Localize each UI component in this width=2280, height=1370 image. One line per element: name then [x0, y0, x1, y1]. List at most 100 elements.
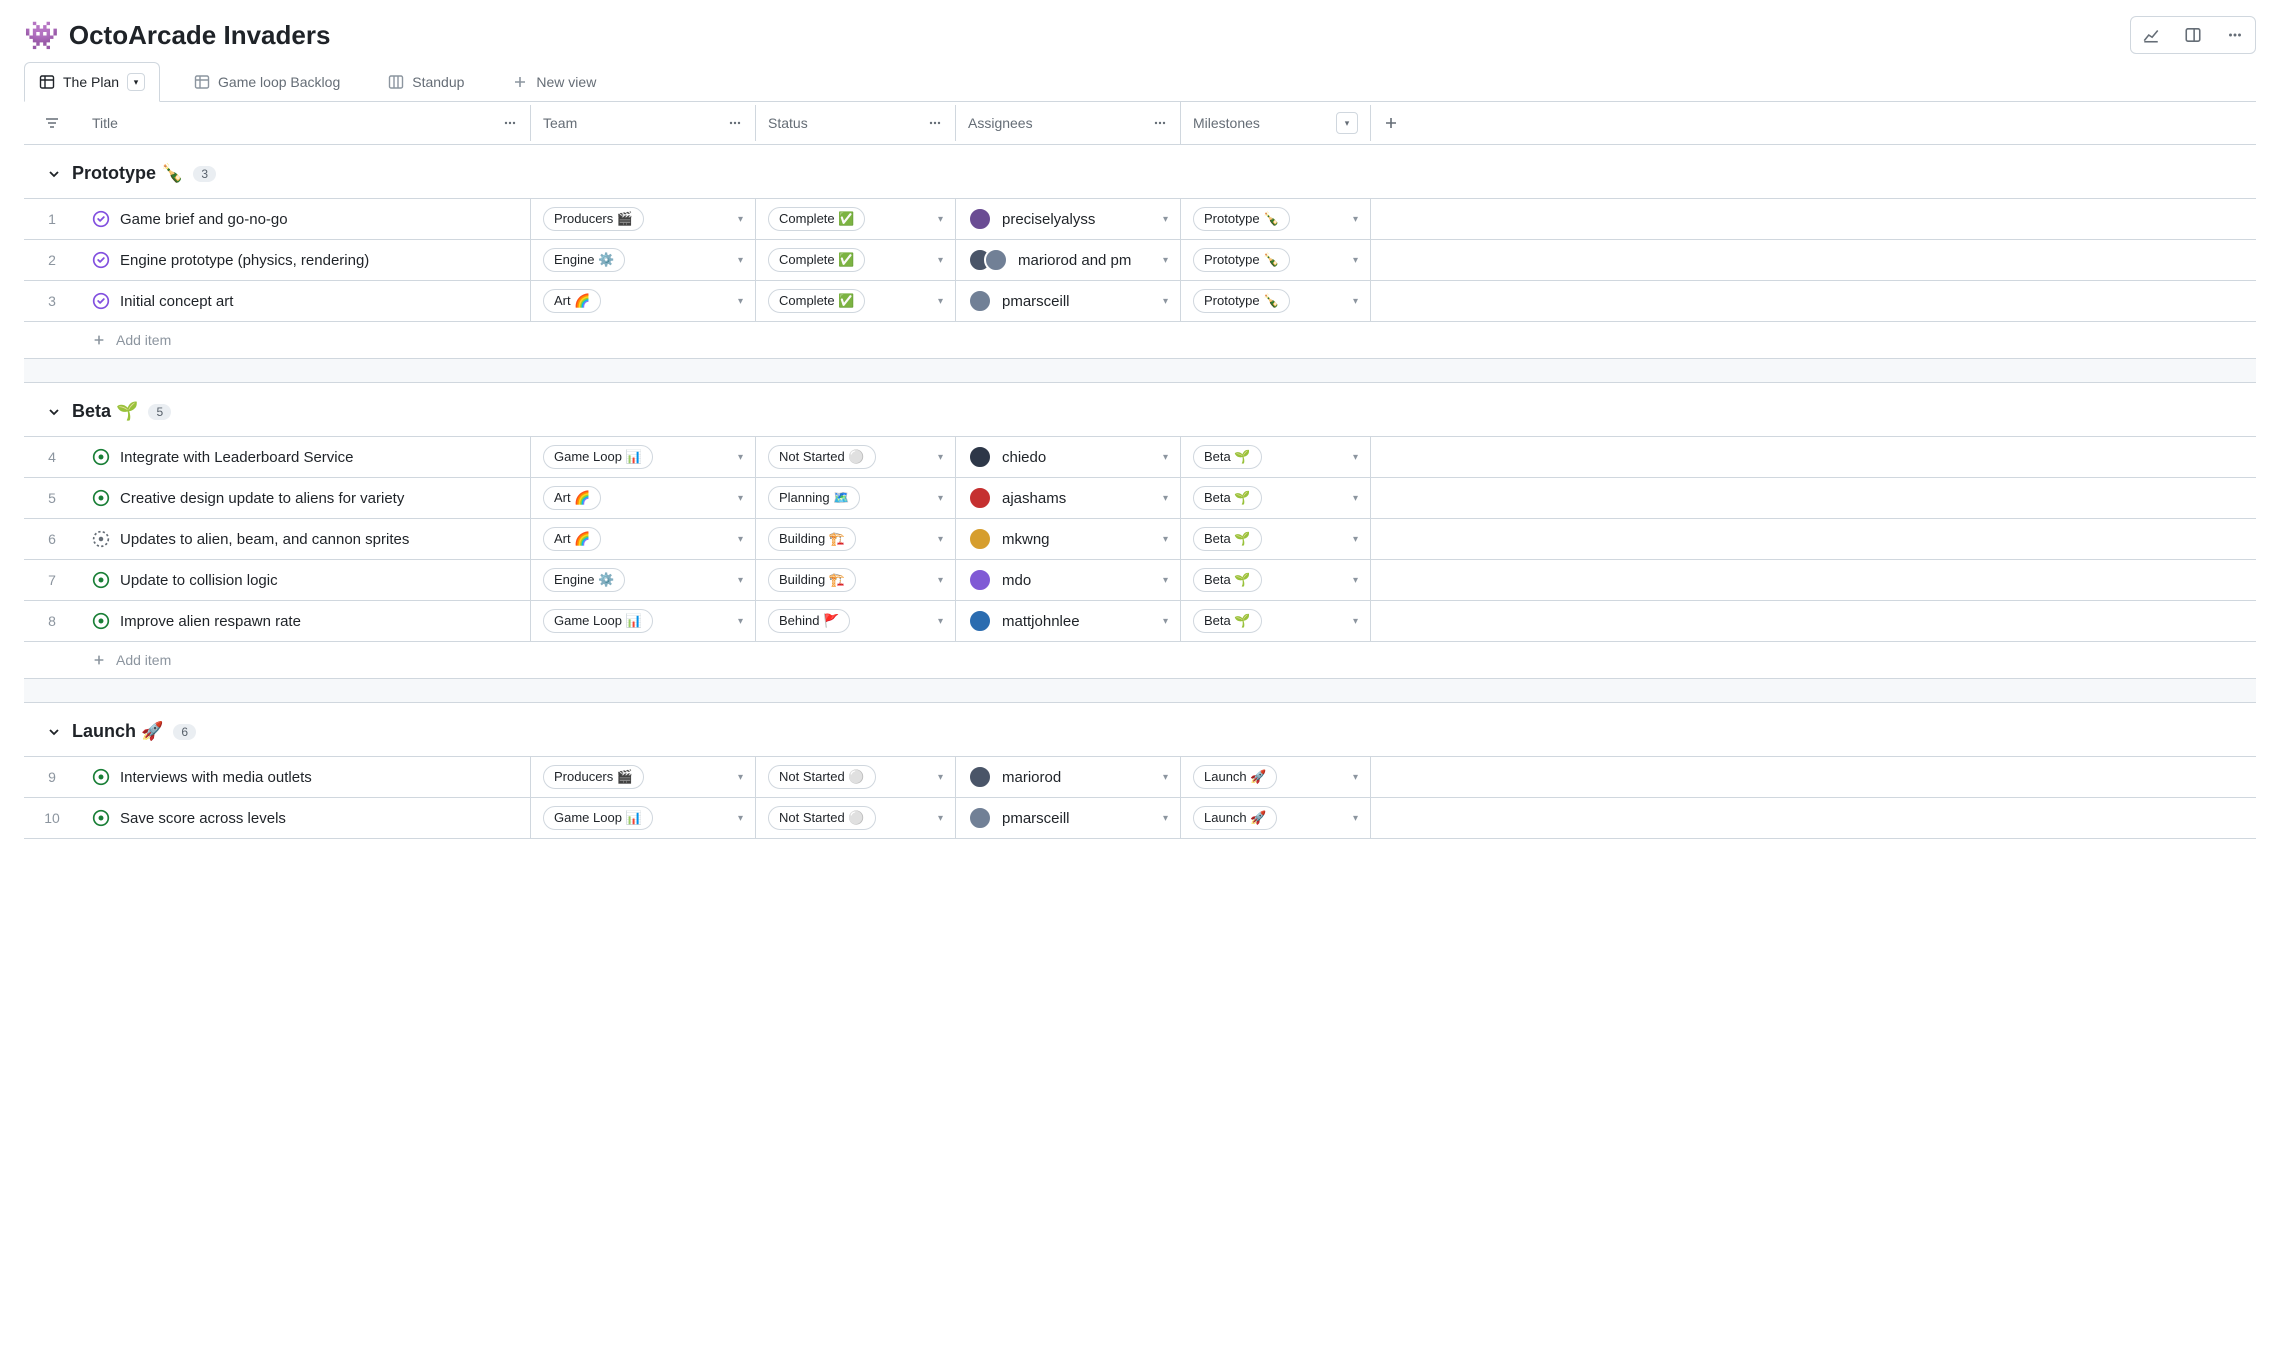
cell-caret[interactable]: ▾	[738, 255, 743, 266]
cell-caret[interactable]: ▾	[938, 493, 943, 504]
cell-caret[interactable]: ▾	[938, 255, 943, 266]
assignees-cell[interactable]: mariorod and pm▾	[955, 240, 1180, 280]
cell-caret[interactable]: ▾	[738, 214, 743, 225]
cell-caret[interactable]: ▾	[1163, 296, 1168, 307]
table-row[interactable]: 7Update to collision logicEngine ⚙️▾Buil…	[24, 559, 2256, 600]
cell-caret[interactable]: ▾	[938, 616, 943, 627]
team-cell[interactable]: Game Loop 📊▾	[530, 437, 755, 477]
tab-menu-caret[interactable]: ▾	[127, 73, 145, 91]
column-menu-icon[interactable]	[1152, 115, 1168, 131]
milestone-cell[interactable]: Beta 🌱▾	[1180, 478, 1370, 518]
milestone-pill[interactable]: Prototype 🍾	[1193, 207, 1290, 231]
milestone-pill[interactable]: Beta 🌱	[1193, 568, 1262, 592]
cell-caret[interactable]: ▾	[938, 214, 943, 225]
add-column-button[interactable]	[1370, 105, 1410, 141]
cell-caret[interactable]: ▾	[738, 772, 743, 783]
filter-button[interactable]	[24, 105, 80, 141]
team-cell[interactable]: Producers 🎬 ▾	[530, 757, 755, 797]
table-row[interactable]: 4Integrate with Leaderboard ServiceGame …	[24, 436, 2256, 477]
milestone-pill[interactable]: Launch 🚀	[1193, 765, 1277, 789]
milestone-pill[interactable]: Beta 🌱	[1193, 527, 1262, 551]
chevron-down-icon[interactable]	[46, 166, 62, 182]
assignees-cell[interactable]: mattjohnlee▾	[955, 601, 1180, 641]
team-pill[interactable]: Art 🌈	[543, 486, 601, 510]
cell-caret[interactable]: ▾	[738, 813, 743, 824]
team-pill[interactable]: Art 🌈	[543, 527, 601, 551]
status-cell[interactable]: Complete ✅▾	[755, 281, 955, 321]
team-pill[interactable]: Engine ⚙️	[543, 568, 625, 592]
team-pill[interactable]: Game Loop 📊	[543, 806, 653, 830]
column-menu-icon[interactable]	[727, 115, 743, 131]
table-row[interactable]: 9Interviews with media outletsProducers …	[24, 756, 2256, 797]
column-menu-icon[interactable]	[927, 115, 943, 131]
team-cell[interactable]: Game Loop 📊▾	[530, 601, 755, 641]
status-pill[interactable]: Complete ✅	[768, 248, 865, 272]
title-cell[interactable]: Save score across levels	[80, 798, 530, 838]
chevron-down-icon[interactable]	[46, 404, 62, 420]
milestone-cell[interactable]: Beta 🌱 ▾	[1180, 519, 1370, 559]
cell-caret[interactable]: ▾	[938, 575, 943, 586]
title-cell[interactable]: Game brief and go-no-go	[80, 199, 530, 239]
team-pill[interactable]: Game Loop 📊	[543, 609, 653, 633]
milestone-pill[interactable]: Beta 🌱	[1193, 445, 1262, 469]
status-cell[interactable]: Building 🏗️ ▾	[755, 560, 955, 600]
status-pill[interactable]: Complete ✅	[768, 289, 865, 313]
cell-caret[interactable]: ▾	[1353, 813, 1358, 824]
team-pill[interactable]: Engine ⚙️	[543, 248, 625, 272]
cell-caret[interactable]: ▾	[1163, 813, 1168, 824]
assignees-cell[interactable]: preciselyalyss▾	[955, 199, 1180, 239]
title-cell[interactable]: Integrate with Leaderboard Service	[80, 437, 530, 477]
status-pill[interactable]: Behind 🚩	[768, 609, 850, 633]
cell-caret[interactable]: ▾	[1163, 255, 1168, 266]
team-cell[interactable]: Art 🌈 ▾	[530, 519, 755, 559]
milestone-cell[interactable]: Beta 🌱▾	[1180, 601, 1370, 641]
cell-caret[interactable]: ▾	[1163, 534, 1168, 545]
tab-the-plan[interactable]: The Plan ▾	[24, 62, 160, 102]
cell-caret[interactable]: ▾	[1353, 772, 1358, 783]
team-cell[interactable]: Art 🌈 ▾	[530, 281, 755, 321]
status-cell[interactable]: Not Started ⚪▾	[755, 798, 955, 838]
add-item-button[interactable]: Add item	[80, 642, 183, 678]
milestone-pill[interactable]: Prototype 🍾	[1193, 289, 1290, 313]
status-pill[interactable]: Building 🏗️	[768, 568, 856, 592]
team-cell[interactable]: Producers 🎬 ▾	[530, 199, 755, 239]
title-cell[interactable]: Interviews with media outlets	[80, 757, 530, 797]
panel-button[interactable]	[2175, 19, 2211, 51]
tab-backlog[interactable]: Game loop Backlog	[180, 64, 354, 100]
column-title[interactable]: Title	[80, 105, 530, 141]
cell-caret[interactable]: ▾	[1163, 772, 1168, 783]
title-cell[interactable]: Engine prototype (physics, rendering)	[80, 240, 530, 280]
team-pill[interactable]: Producers 🎬	[543, 207, 644, 231]
milestone-cell[interactable]: Launch 🚀▾	[1180, 798, 1370, 838]
milestone-pill[interactable]: Beta 🌱	[1193, 609, 1262, 633]
chevron-down-icon[interactable]	[46, 724, 62, 740]
cell-caret[interactable]: ▾	[738, 534, 743, 545]
tab-standup[interactable]: Standup	[374, 64, 478, 100]
team-cell[interactable]: Art 🌈 ▾	[530, 478, 755, 518]
status-pill[interactable]: Complete ✅	[768, 207, 865, 231]
team-pill[interactable]: Game Loop 📊	[543, 445, 653, 469]
more-button[interactable]	[2217, 19, 2253, 51]
column-menu-icon[interactable]	[502, 115, 518, 131]
assignees-cell[interactable]: pmarsceill▾	[955, 798, 1180, 838]
assignees-cell[interactable]: mdo▾	[955, 560, 1180, 600]
team-pill[interactable]: Producers 🎬	[543, 765, 644, 789]
status-cell[interactable]: Planning 🗺️ ▾	[755, 478, 955, 518]
status-pill[interactable]: Planning 🗺️	[768, 486, 860, 510]
column-dropdown-caret[interactable]: ▾	[1336, 112, 1358, 134]
table-row[interactable]: 2Engine prototype (physics, rendering)En…	[24, 239, 2256, 280]
cell-caret[interactable]: ▾	[1353, 534, 1358, 545]
team-pill[interactable]: Art 🌈	[543, 289, 601, 313]
assignees-cell[interactable]: chiedo▾	[955, 437, 1180, 477]
title-cell[interactable]: Creative design update to aliens for var…	[80, 478, 530, 518]
milestone-cell[interactable]: Launch 🚀 ▾	[1180, 757, 1370, 797]
column-status[interactable]: Status	[755, 105, 955, 141]
team-cell[interactable]: Engine ⚙️▾	[530, 560, 755, 600]
milestone-cell[interactable]: Prototype 🍾 ▾	[1180, 281, 1370, 321]
table-row[interactable]: 5Creative design update to aliens for va…	[24, 477, 2256, 518]
cell-caret[interactable]: ▾	[738, 493, 743, 504]
milestone-cell[interactable]: Prototype 🍾▾	[1180, 199, 1370, 239]
team-cell[interactable]: Game Loop 📊 ▾	[530, 798, 755, 838]
cell-caret[interactable]: ▾	[738, 296, 743, 307]
cell-caret[interactable]: ▾	[1353, 296, 1358, 307]
